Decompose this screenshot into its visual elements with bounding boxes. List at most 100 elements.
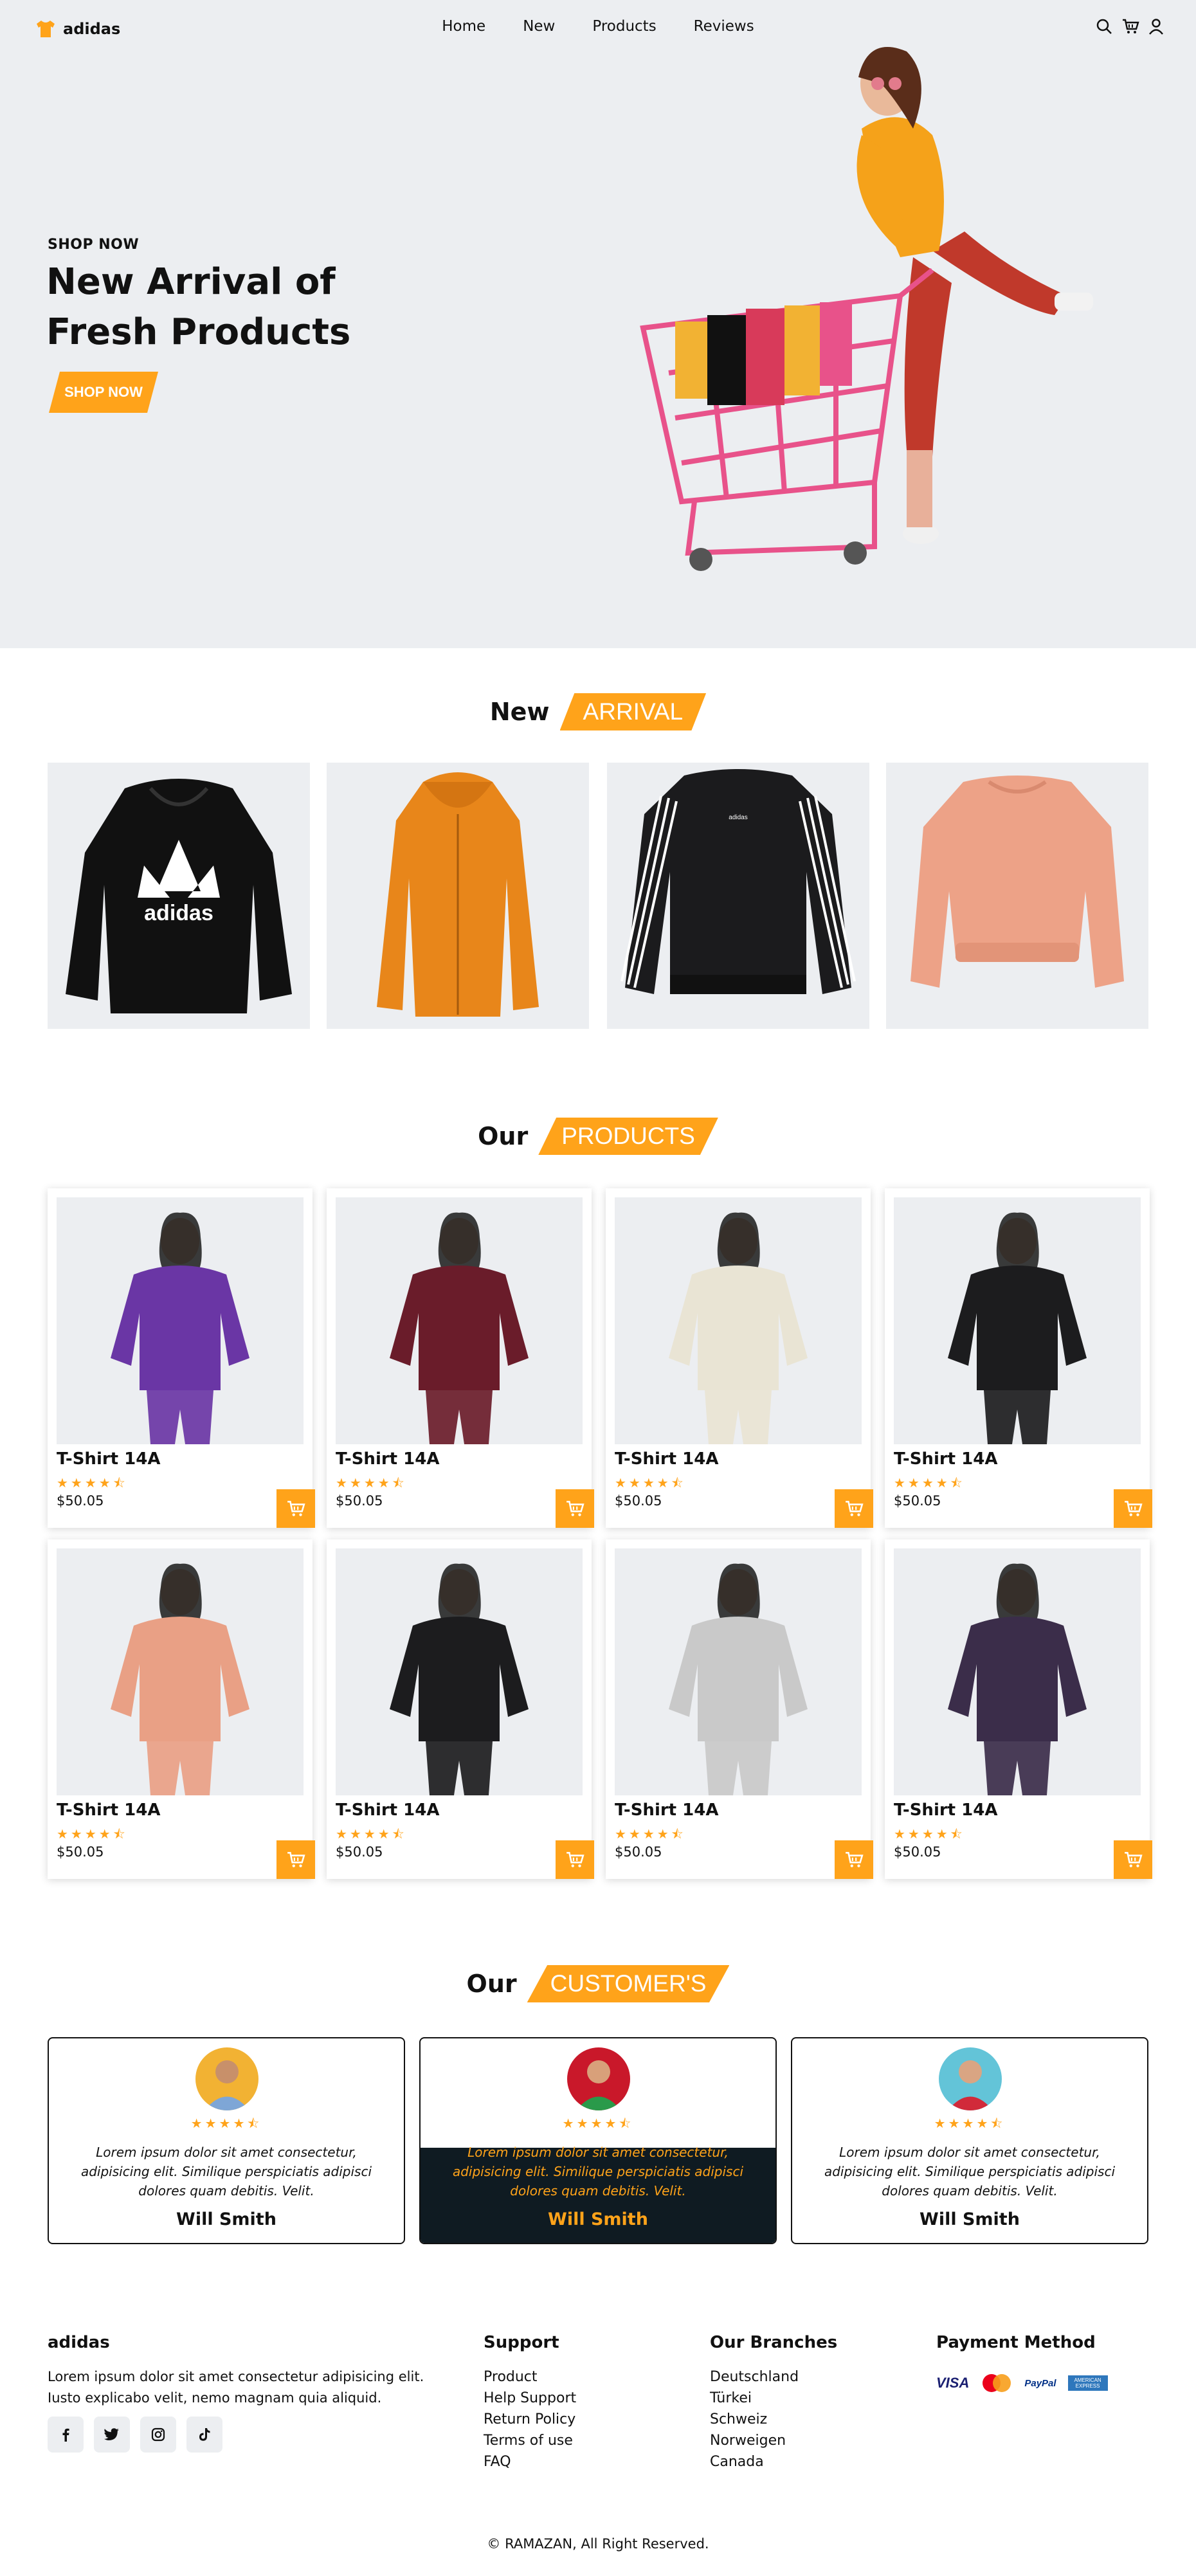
footer-payment-title: Payment Method [936,2333,1096,2352]
product-image [57,1197,304,1444]
instagram-icon[interactable] [140,2417,176,2453]
hero-title: New Arrival of Fresh Products [46,257,406,358]
nav-new[interactable]: New [523,18,555,35]
review-text: Lorem ipsum dolor sit amet consectetur, … [452,2145,744,2199]
product-name: T-Shirt 14A [57,1449,161,1469]
paypal-icon: PayPal [1024,2377,1056,2389]
product-card[interactable]: T-Shirt 14A ★★★★⯪ $50.05 [885,1188,1152,1528]
visa-icon: VISA [936,2375,970,2391]
cart-icon [846,1501,864,1516]
black-sweatshirt-image: adidas [621,769,856,994]
product-name: T-Shirt 14A [336,1449,440,1469]
product-card[interactable]: T-Shirt 14A ★★★★⯪ $50.05 [327,1188,594,1528]
add-to-cart-button[interactable] [1114,1489,1152,1528]
amex-icon: AMERICAN EXPRESS [1067,2375,1108,2391]
shop-now-button[interactable]: SHOP NOW [49,372,158,413]
product-card[interactable]: T-Shirt 14A ★★★★⯪ $50.05 [48,1539,315,1879]
copyright: © RAMAZAN, All Right Reserved. [487,2536,709,2552]
hero-shopper-image [640,47,1093,571]
cart-icon [1125,1501,1143,1516]
product-price: $50.05 [57,1493,104,1509]
footer-link-terms[interactable]: Terms of use [484,2433,573,2449]
product-image [615,1548,862,1795]
footer-description: Lorem ipsum dolor sit amet consectetur a… [48,2369,424,2406]
cart-icon[interactable] [1121,18,1139,35]
footer-branch-canada[interactable]: Canada [710,2454,764,2470]
rating-stars: ★★★★⯪ [57,1475,128,1491]
mastercard-icon [983,2374,1011,2392]
rating-stars: ★★★★⯪ [894,1826,965,1842]
add-to-cart-button[interactable] [835,1840,873,1879]
footer-link-product[interactable]: Product [484,2369,538,2385]
footer-link-return-policy[interactable]: Return Policy [484,2411,575,2427]
product-name: T-Shirt 14A [336,1800,440,1820]
arrival-card[interactable] [327,763,589,1029]
reviewer-name: Will Smith [548,2209,648,2229]
footer-branch-norweigen[interactable]: Norweigen [710,2433,786,2449]
arrival-heading-word2: ARRIVAL [559,693,707,730]
cart-icon [566,1852,584,1867]
product-card[interactable]: T-Shirt 14A ★★★★⯪ $50.05 [885,1539,1152,1879]
footer-link-help-support[interactable]: Help Support [484,2390,576,2406]
search-icon[interactable] [1096,18,1112,35]
product-name: T-Shirt 14A [615,1449,719,1469]
avatar [939,2047,1002,2110]
rating-stars: ★★★★⯪ [190,2116,262,2131]
tiktok-icon[interactable] [186,2417,222,2453]
payment-methods: VISA PayPal AMERICAN EXPRESS [936,2373,1108,2393]
twitter-icon[interactable] [94,2417,130,2453]
footer-branch-turkei[interactable]: Türkei [710,2390,752,2406]
add-to-cart-button[interactable] [276,1840,315,1879]
footer-brand: adidas [48,2333,110,2352]
products-heading-word1: Our [478,1122,529,1150]
footer-branch-schweiz[interactable]: Schweiz [710,2411,767,2427]
nav-reviews[interactable]: Reviews [694,18,754,35]
facebook-icon[interactable] [48,2417,84,2453]
product-image [57,1548,304,1795]
add-to-cart-button[interactable] [556,1840,594,1879]
review-text: Lorem ipsum dolor sit amet consectetur, … [824,2145,1116,2199]
pink-sweatshirt-image [911,776,1124,988]
cart-icon [287,1501,305,1516]
product-card[interactable]: T-Shirt 14A ★★★★⯪ $50.05 [606,1539,873,1879]
reviewer-name: Will Smith [176,2209,276,2229]
customers-heading-word2: CUSTOMER'S [527,1965,730,2002]
header-icons [1096,18,1164,35]
product-price: $50.05 [336,1844,383,1860]
hero-kicker: SHOP NOW [48,237,140,253]
review-card: ★★★★⯪ Lorem ipsum dolor sit amet consect… [791,2037,1148,2244]
add-to-cart-button[interactable] [1114,1840,1152,1879]
orange-jacket-image [377,772,539,1017]
reviewer-name: Will Smith [920,2209,1020,2229]
customers-heading: Our CUSTOMER'S [0,1965,1196,2002]
products-heading-word2: PRODUCTS [538,1118,718,1155]
cart-icon [1125,1852,1143,1867]
hoodie-black-image: adidas [66,779,292,1013]
arrival-card[interactable]: adidas [607,763,869,1029]
review-card: ★★★★⯪ Lorem ipsum dolor sit amet consect… [48,2037,405,2244]
product-image [336,1548,583,1795]
user-icon[interactable] [1148,18,1164,35]
add-to-cart-button[interactable] [835,1489,873,1528]
review-text: Lorem ipsum dolor sit amet consectetur, … [80,2145,372,2199]
product-price: $50.05 [894,1493,941,1509]
add-to-cart-button[interactable] [556,1489,594,1528]
footer-link-faq[interactable]: FAQ [484,2454,511,2470]
svg-text:adidas: adidas [144,901,213,925]
nav-home[interactable]: Home [442,18,485,35]
product-name: T-Shirt 14A [615,1800,719,1820]
arrival-card[interactable]: adidas [48,763,310,1029]
rating-stars: ★★★★⯪ [57,1826,128,1842]
nav-products[interactable]: Products [592,18,656,35]
product-price: $50.05 [615,1493,662,1509]
rating-stars: ★★★★⯪ [336,1475,407,1491]
product-card[interactable]: T-Shirt 14A ★★★★⯪ $50.05 [327,1539,594,1879]
product-card[interactable]: T-Shirt 14A ★★★★⯪ $50.05 [48,1188,315,1528]
product-image [894,1548,1141,1795]
arrival-card[interactable] [886,763,1148,1029]
product-price: $50.05 [336,1493,383,1509]
add-to-cart-button[interactable] [276,1489,315,1528]
hero-title-line1: New Arrival of [46,261,336,303]
product-card[interactable]: T-Shirt 14A ★★★★⯪ $50.05 [606,1188,873,1528]
footer-branch-deutschland[interactable]: Deutschland [710,2369,799,2385]
